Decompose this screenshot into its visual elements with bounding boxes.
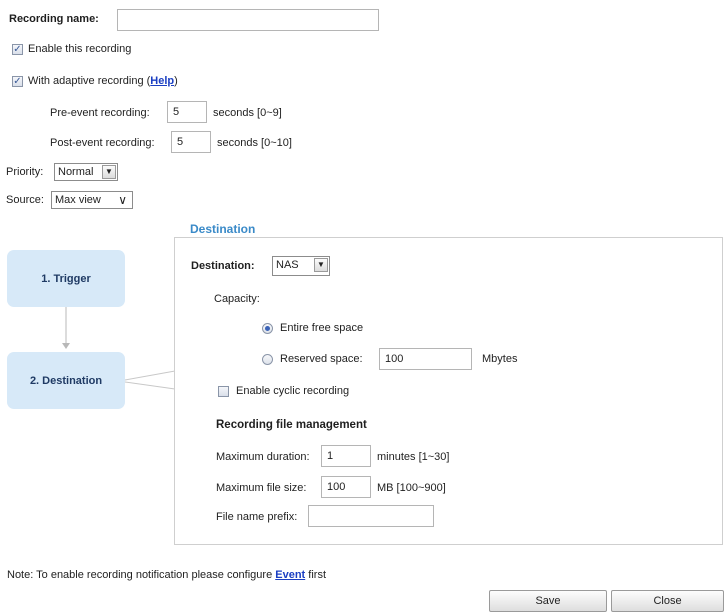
destination-value: NAS <box>276 259 299 271</box>
max-duration-input[interactable]: 1 <box>321 445 371 467</box>
cyclic-recording-checkbox[interactable] <box>218 386 229 397</box>
max-file-size-unit: MB [100~900] <box>377 482 446 494</box>
step-trigger-label: 1. Trigger <box>41 272 91 285</box>
step-trigger[interactable]: 1. Trigger <box>7 250 125 307</box>
cyclic-recording-label: Enable cyclic recording <box>236 385 350 397</box>
reserved-space-label: Reserved space: <box>280 353 363 365</box>
entire-free-space-radio[interactable] <box>262 323 273 334</box>
max-file-size-label: Maximum file size: <box>216 482 307 494</box>
file-prefix-label: File name prefix: <box>216 511 298 523</box>
file-management-title: Recording file management <box>216 419 367 431</box>
reserved-space-radio[interactable] <box>262 354 273 365</box>
max-file-size-input[interactable]: 100 <box>321 476 371 498</box>
note-text: Note: To enable recording notification p… <box>7 569 326 581</box>
event-link[interactable]: Event <box>275 569 305 581</box>
save-button[interactable]: Save <box>489 590 607 612</box>
entire-free-space-label: Entire free space <box>280 322 364 334</box>
step-destination-label: 2. Destination <box>29 374 103 387</box>
max-duration-label: Maximum duration: <box>216 451 310 463</box>
capacity-label: Capacity: <box>214 293 260 305</box>
file-prefix-input[interactable] <box>308 505 434 527</box>
chevron-down-icon: ▼ <box>314 258 328 272</box>
close-button[interactable]: Close <box>611 590 724 612</box>
destination-legend: Destination <box>186 222 260 236</box>
reserved-space-input[interactable]: 100 <box>379 348 472 370</box>
max-duration-unit: minutes [1~30] <box>377 451 450 463</box>
destination-select[interactable]: NAS ▼ <box>272 256 330 276</box>
destination-label: Destination: <box>191 260 255 272</box>
reserved-space-unit: Mbytes <box>482 353 518 365</box>
step-destination[interactable]: 2. Destination <box>7 352 125 409</box>
